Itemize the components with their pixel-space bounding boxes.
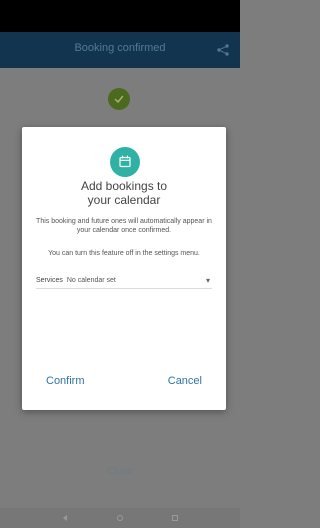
app-bar: Booking confirmed [0,32,240,68]
dialog-body-2: You can turn this feature off in the set… [48,250,200,257]
confirm-button[interactable]: Confirm [46,375,85,387]
back-nav-icon[interactable] [60,513,70,523]
dialog-actions: Confirm Cancel [22,375,226,387]
dialog-title: Add bookings to your calendar [80,179,168,207]
dialog-body-1: This booking and future ones will automa… [36,218,212,234]
navigation-bar [0,508,240,528]
home-nav-icon[interactable] [115,513,125,523]
success-check-icon [108,88,130,110]
app-bar-title: Booking confirmed [74,42,166,54]
status-bar [0,0,240,32]
services-select[interactable]: Services No calendar set ▾ [36,272,212,289]
close-button[interactable]: Close [90,466,150,477]
services-label: Services [36,276,63,284]
share-icon[interactable] [216,43,230,57]
recents-nav-icon[interactable] [170,513,180,523]
calendar-icon [110,147,140,177]
calendar-dialog: Add bookings to your calendar This booki… [22,127,226,410]
services-value: No calendar set [66,276,116,284]
chevron-down-icon: ▾ [205,275,210,285]
cancel-button[interactable]: Cancel [168,375,202,387]
